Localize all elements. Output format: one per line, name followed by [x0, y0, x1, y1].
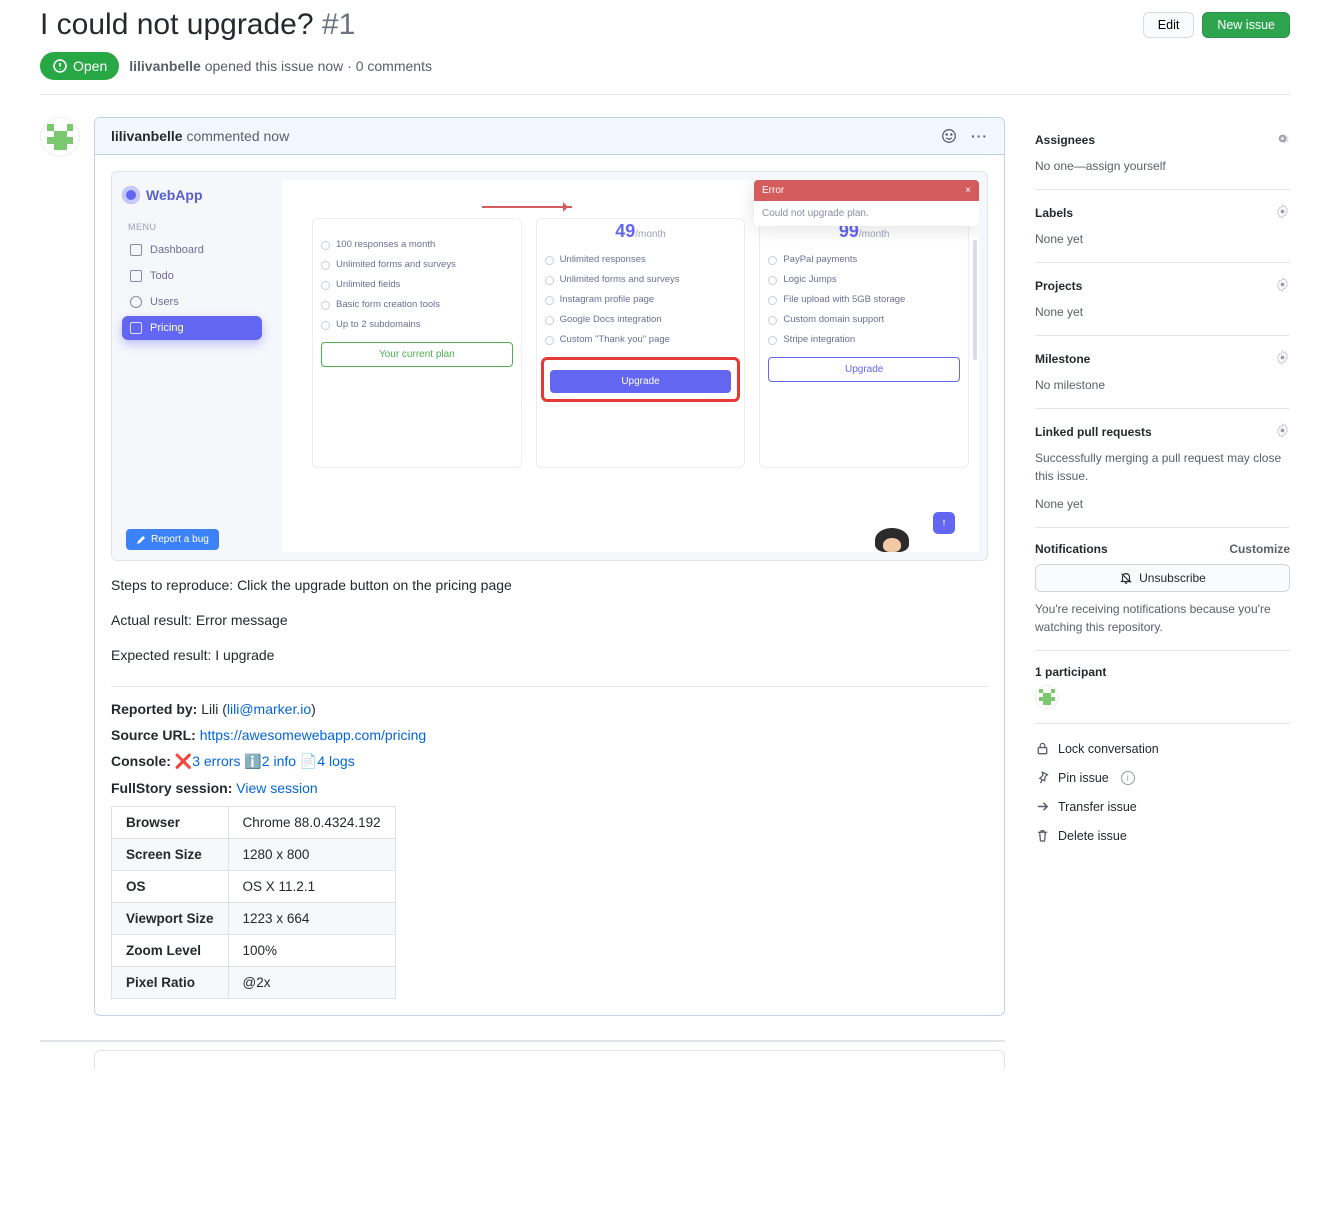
nav-todo: Todo	[122, 264, 262, 288]
table-row: Zoom Level100%	[112, 935, 396, 967]
avatar[interactable]	[40, 117, 80, 157]
source-url: Source URL: https://awesomewebapp.com/pr…	[111, 727, 988, 743]
expected-text: Expected result: I upgrade	[111, 645, 988, 666]
state-badge: Open	[40, 52, 119, 80]
issue-number: #1	[322, 8, 355, 41]
sidebar-milestone: Milestone No milestone	[1035, 336, 1290, 409]
comment-header: lilivanbelle commented now ···	[95, 118, 1004, 155]
unsubscribe-button[interactable]: Unsubscribe	[1035, 564, 1290, 592]
environment-table: BrowserChrome 88.0.4324.192 Screen Size1…	[111, 806, 396, 999]
table-row: Pixel Ratio@2x	[112, 967, 396, 999]
reported-by: Reported by: Lili (lili@marker.io)	[111, 701, 988, 717]
edit-button[interactable]: Edit	[1143, 12, 1195, 38]
upgrade-button-outline: Upgrade	[768, 357, 960, 382]
plan-pro: 49/month Unlimited responses Unlimited f…	[536, 218, 746, 468]
new-issue-button[interactable]: New issue	[1202, 12, 1290, 38]
sidebar-assignees: Assignees No one—assign yourself	[1035, 117, 1290, 190]
issue-open-icon	[52, 58, 68, 74]
close-icon: ×	[965, 185, 971, 196]
scroll-top-fab: ↑	[933, 512, 955, 534]
screenshot-attachment[interactable]: WebApp MENU Dashboard Todo Users Pricing	[111, 171, 988, 561]
comment-body: WebApp MENU Dashboard Todo Users Pricing	[95, 155, 1004, 1015]
new-comment-box[interactable]	[94, 1050, 1005, 1070]
annotation-arrow	[482, 206, 572, 208]
customize-link[interactable]: Customize	[1229, 542, 1290, 556]
comment-box: lilivanbelle commented now ···	[94, 117, 1005, 1016]
app-brand: WebApp	[122, 186, 262, 204]
check-icon	[130, 270, 142, 282]
console-line: Console: ❌3 errors ℹ️2 info 📄4 logs	[111, 753, 988, 770]
source-url-link[interactable]: https://awesomewebapp.com/pricing	[200, 727, 426, 743]
table-row: BrowserChrome 88.0.4324.192	[112, 807, 396, 839]
actual-text: Actual result: Error message	[111, 610, 988, 631]
lock-conversation[interactable]: Lock conversation	[1035, 734, 1290, 763]
arrow-right-icon	[1035, 799, 1050, 814]
nav-dashboard: Dashboard	[122, 238, 262, 262]
user-icon	[130, 296, 142, 308]
nav-users: Users	[122, 290, 262, 314]
comment-time: commented now	[186, 128, 289, 144]
opened-text: opened this issue now · 0 comments	[205, 58, 432, 74]
participant-avatar[interactable]	[1035, 685, 1059, 709]
current-plan-badge: Your current plan	[321, 342, 513, 367]
fullstory-line: FullStory session: View session	[111, 780, 988, 796]
gear-icon[interactable]	[1275, 350, 1290, 368]
console-info-link[interactable]: 2 info	[262, 753, 296, 769]
bell-slash-icon	[1119, 571, 1133, 585]
plan-basic: 100 responses a month Unlimited forms an…	[312, 218, 522, 468]
issue-title-text: I could not upgrade?	[40, 8, 314, 41]
gear-icon[interactable]	[1275, 204, 1290, 222]
fullstory-link[interactable]: View session	[236, 780, 317, 796]
comment-author[interactable]: lilivanbelle	[111, 128, 183, 144]
separator	[111, 686, 988, 687]
pencil-icon	[136, 535, 146, 545]
scrollbar	[973, 240, 977, 360]
home-icon	[130, 244, 142, 256]
emoji-icon[interactable]	[941, 128, 957, 144]
table-row: Screen Size1280 x 800	[112, 839, 396, 871]
gear-icon[interactable]	[1275, 277, 1290, 295]
gear-icon[interactable]	[1275, 131, 1290, 149]
gear-icon[interactable]	[1275, 423, 1290, 441]
menu-label: MENU	[128, 222, 262, 232]
error-toast: Error× Could not upgrade plan.	[754, 180, 979, 226]
timeline-end	[40, 1040, 1005, 1050]
brand-logo-icon	[122, 186, 140, 204]
issue-header: I could not upgrade? #1 Edit New issue O…	[40, 0, 1290, 95]
sidebar-linked-prs: Linked pull requests Successfully mergin…	[1035, 409, 1290, 528]
issue-title: I could not upgrade? #1	[40, 8, 355, 42]
nav-pricing: Pricing	[122, 316, 262, 340]
kebab-icon[interactable]: ···	[971, 128, 988, 144]
delete-issue[interactable]: Delete issue	[1035, 821, 1290, 850]
console-errors-link[interactable]: 3 errors	[192, 753, 240, 769]
pin-issue[interactable]: Pin issue i	[1035, 763, 1290, 792]
divider	[40, 94, 1290, 95]
annotation-highlight: Upgrade	[541, 357, 741, 402]
reporter-email-link[interactable]: lili@marker.io	[227, 701, 311, 717]
author-link[interactable]: lilivanbelle	[129, 58, 201, 74]
sidebar: Assignees No one—assign yourself Labels …	[1035, 117, 1290, 1070]
report-bug-button: Report a bug	[126, 529, 219, 550]
steps-text: Steps to reproduce: Click the upgrade bu…	[111, 575, 988, 596]
upgrade-button: Upgrade	[550, 370, 732, 393]
card-icon	[130, 322, 142, 334]
sidebar-notifications: NotificationsCustomize Unsubscribe You'r…	[1035, 528, 1290, 651]
table-row: Viewport Size1223 x 664	[112, 903, 396, 935]
plan-business: 99/month PayPal payments Logic Jumps Fil…	[759, 218, 969, 468]
state-text: Open	[73, 58, 107, 74]
illustration-person	[875, 528, 909, 552]
info-icon[interactable]: i	[1121, 771, 1135, 785]
console-logs-link[interactable]: 4 logs	[317, 753, 354, 769]
trash-icon	[1035, 828, 1050, 843]
sidebar-projects: Projects None yet	[1035, 263, 1290, 336]
issue-meta: lilivanbelle opened this issue now · 0 c…	[129, 58, 432, 74]
lock-icon	[1035, 741, 1050, 756]
sidebar-labels: Labels None yet	[1035, 190, 1290, 263]
transfer-issue[interactable]: Transfer issue	[1035, 792, 1290, 821]
table-row: OSOS X 11.2.1	[112, 871, 396, 903]
assign-yourself-link[interactable]: No one—assign yourself	[1035, 157, 1290, 175]
pin-icon	[1035, 770, 1050, 785]
sidebar-participants: 1 participant	[1035, 651, 1290, 724]
